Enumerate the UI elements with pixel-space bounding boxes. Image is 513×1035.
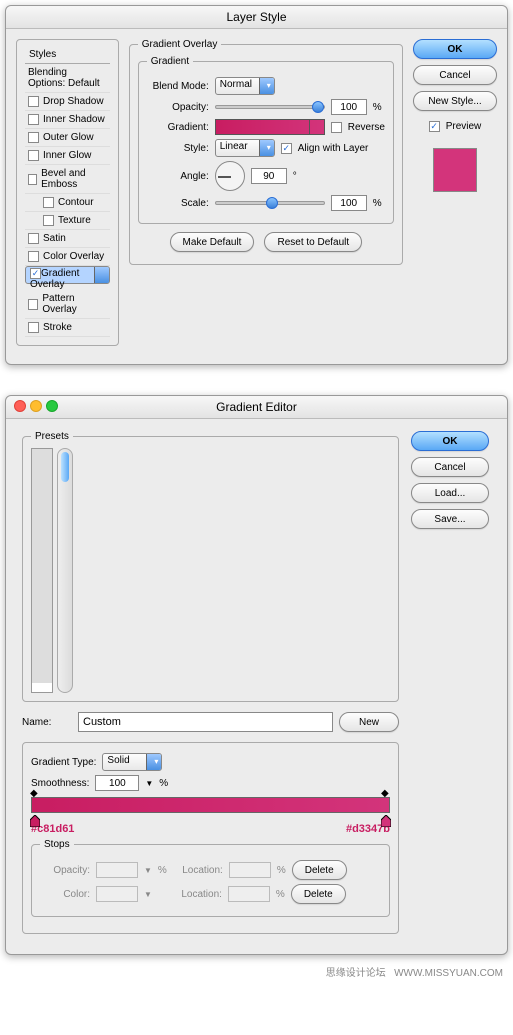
angle-label: Angle: <box>147 171 209 182</box>
preset-swatch[interactable] <box>50 631 52 657</box>
titlebar: Layer Style <box>6 6 507 29</box>
zoom-icon[interactable] <box>46 400 58 412</box>
footer-cn: 思缘设计论坛 <box>326 968 386 979</box>
layer-style-dialog: Layer Style Styles Blending Options: Def… <box>5 5 508 365</box>
styles-list: Styles Blending Options: Default Drop Sh… <box>16 39 119 346</box>
type-label: Gradient Type: <box>31 757 96 768</box>
type-select[interactable]: Solid▾ <box>102 753 162 771</box>
style-contour[interactable]: Contour <box>25 194 110 212</box>
name-input[interactable] <box>78 712 333 732</box>
gradient-swatch[interactable] <box>215 119 325 135</box>
style-inner-glow[interactable]: Inner Glow <box>25 147 110 165</box>
ok-button[interactable]: OK <box>413 39 497 59</box>
window-title: Layer Style <box>226 10 286 24</box>
delete-opacity-stop-button[interactable]: Delete <box>292 860 347 880</box>
preview-checkbox[interactable] <box>429 121 440 132</box>
reverse-checkbox[interactable] <box>331 122 342 133</box>
styles-header[interactable]: Styles <box>25 46 110 64</box>
preset-swatch[interactable] <box>50 527 52 553</box>
opacity-slider[interactable] <box>215 105 325 109</box>
stop-color-swatch[interactable] <box>96 886 138 902</box>
gradient-inner-group: Gradient Blend Mode: Normal▾ Opacity: % … <box>138 56 394 224</box>
stop-color-location-input[interactable] <box>228 886 270 902</box>
presets-group: Presets <box>22 431 399 702</box>
scale-label: Scale: <box>147 198 209 209</box>
reset-default-button[interactable]: Reset to Default <box>264 232 362 252</box>
gradient-settings: Gradient Type: Solid▾ Smoothness: ▼ % #c… <box>22 742 399 934</box>
style-texture[interactable]: Texture <box>25 212 110 230</box>
style-bevel-emboss[interactable]: Bevel and Emboss <box>25 165 110 194</box>
preset-swatch[interactable] <box>50 553 52 579</box>
preset-scrollbar[interactable] <box>57 448 73 693</box>
cancel-button[interactable]: Cancel <box>411 457 489 477</box>
gradient-bar[interactable] <box>31 797 390 813</box>
opacity-stop-right[interactable] <box>381 787 391 797</box>
ok-button[interactable]: OK <box>411 431 489 451</box>
preset-swatch[interactable] <box>50 501 52 527</box>
opacity-stop-left[interactable] <box>30 787 40 797</box>
dropdown-icon[interactable]: ▼ <box>145 779 153 788</box>
preset-swatch[interactable] <box>50 475 52 501</box>
style-color-overlay[interactable]: Color Overlay <box>25 248 110 266</box>
style-pattern-overlay[interactable]: Pattern Overlay <box>25 290 110 319</box>
stop-opacity-input[interactable] <box>96 862 138 878</box>
footer-url: WWW.MISSYUAN.COM <box>394 968 503 979</box>
preview-swatch <box>433 148 477 192</box>
scale-slider[interactable] <box>215 201 325 205</box>
angle-dial[interactable] <box>215 161 245 191</box>
preset-swatch[interactable] <box>50 449 52 475</box>
gradient-label: Gradient: <box>147 122 209 133</box>
minimize-icon[interactable] <box>30 400 42 412</box>
stop-location-input[interactable] <box>229 862 271 878</box>
style-inner-shadow[interactable]: Inner Shadow <box>25 111 110 129</box>
opacity-label: Opacity: <box>147 102 209 113</box>
cancel-button[interactable]: Cancel <box>413 65 497 85</box>
close-icon[interactable] <box>14 400 26 412</box>
new-button[interactable]: New <box>339 712 399 732</box>
stops-group: Stops Opacity: ▼ % Location: % Delete Co… <box>31 839 390 917</box>
color-stop-right[interactable] <box>381 815 391 825</box>
blend-mode-select[interactable]: Normal▾ <box>215 77 275 95</box>
style-drop-shadow[interactable]: Drop Shadow <box>25 93 110 111</box>
smooth-input[interactable] <box>95 775 139 791</box>
opacity-input[interactable] <box>331 99 367 115</box>
save-button[interactable]: Save... <box>411 509 489 529</box>
style-grad-overlay[interactable]: Gradient Overlay <box>25 266 110 284</box>
new-style-button[interactable]: New Style... <box>413 91 497 111</box>
scale-input[interactable] <box>331 195 367 211</box>
preset-swatch[interactable] <box>50 657 52 683</box>
make-default-button[interactable]: Make Default <box>170 232 255 252</box>
style-outer-glow[interactable]: Outer Glow <box>25 129 110 147</box>
preset-swatch[interactable] <box>50 605 52 631</box>
angle-input[interactable] <box>251 168 287 184</box>
style-select[interactable]: Linear▾ <box>215 139 275 157</box>
preset-grid[interactable] <box>31 448 53 693</box>
load-button[interactable]: Load... <box>411 483 489 503</box>
delete-color-stop-button[interactable]: Delete <box>291 884 346 904</box>
gradient-editor-dialog: Gradient Editor Presets Name: New Gradie… <box>5 395 508 955</box>
window-title: Gradient Editor <box>216 400 297 414</box>
style-stroke[interactable]: Stroke <box>25 319 110 337</box>
gradient-overlay-group: Gradient Overlay Gradient Blend Mode: No… <box>129 39 403 265</box>
align-checkbox[interactable] <box>281 143 292 154</box>
preset-swatch[interactable] <box>50 579 52 605</box>
color-stop-left[interactable] <box>30 815 40 825</box>
blending-options[interactable]: Blending Options: Default <box>25 64 110 93</box>
name-label: Name: <box>22 717 72 728</box>
style-satin[interactable]: Satin <box>25 230 110 248</box>
style-label: Style: <box>147 143 209 154</box>
blend-mode-label: Blend Mode: <box>147 81 209 92</box>
titlebar: Gradient Editor <box>6 396 507 419</box>
